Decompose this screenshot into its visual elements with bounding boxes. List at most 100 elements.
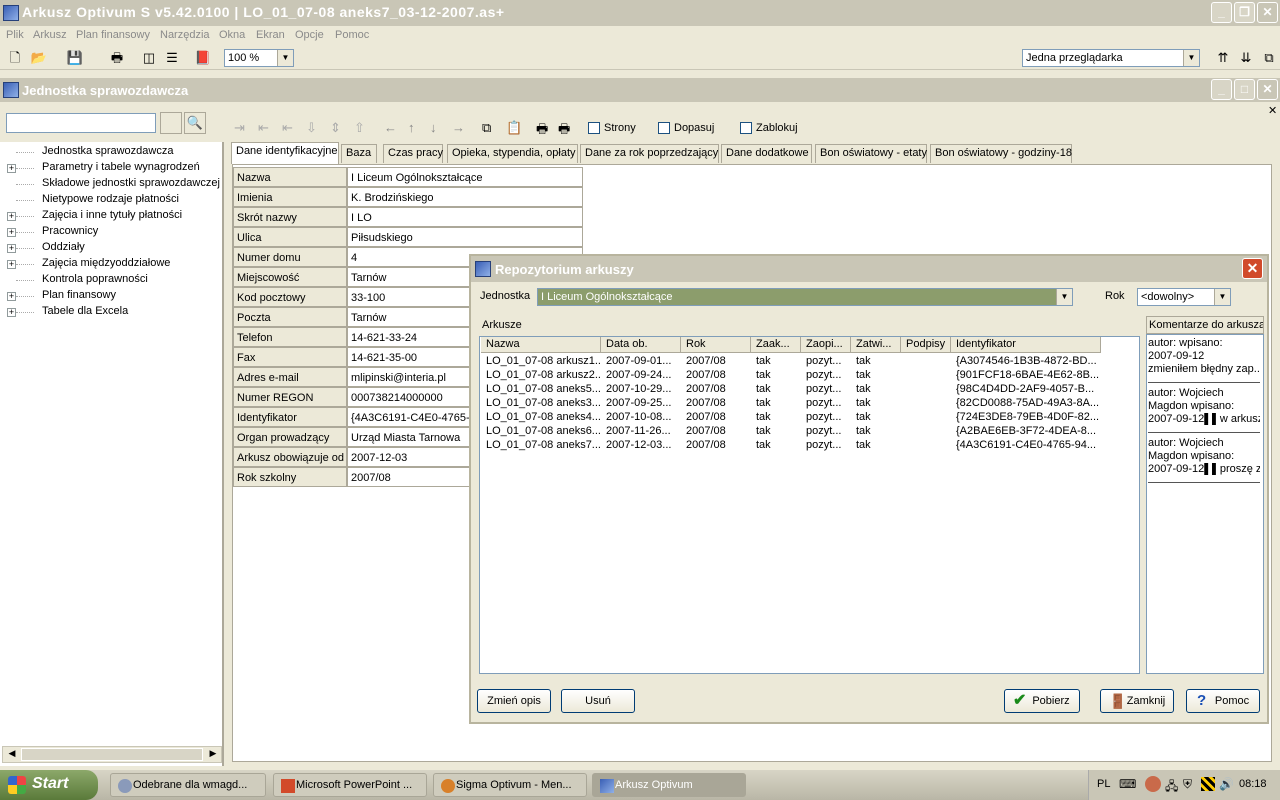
tab-dane-rok-poprzedzajacy[interactable]: Dane za rok poprzedzający — [580, 144, 719, 163]
tree-expand-icon[interactable]: + — [7, 212, 16, 221]
search-icon[interactable]: 🔍 — [184, 112, 206, 134]
move-down-icon[interactable]: ⇩ — [306, 120, 317, 136]
close-button[interactable]: ✕ — [1257, 2, 1278, 23]
form-field-value[interactable]: K. Brodzińskiego — [347, 187, 583, 207]
arrow-up-icon[interactable]: ⇈ — [1214, 50, 1232, 66]
form-field-value[interactable]: Piłsudskiego — [347, 227, 583, 247]
tree-item[interactable]: Składowe jednostki sprawozdawczej — [42, 177, 220, 189]
scroll-thumb[interactable] — [21, 748, 203, 761]
tree-item[interactable]: Kontrola poprawności — [42, 273, 148, 285]
tab-bon-etaty[interactable]: Bon oświatowy - etaty — [815, 144, 927, 163]
column-header[interactable]: Rok — [681, 337, 751, 353]
menu-plik[interactable]: Plik — [6, 29, 24, 41]
column-header[interactable]: Nazwa — [481, 337, 601, 353]
change-description-button[interactable]: Zmień opis — [477, 689, 551, 713]
tree-expand-icon[interactable]: + — [7, 164, 16, 173]
form-field-value[interactable]: I LO — [347, 207, 583, 227]
warning-icon[interactable] — [1201, 777, 1215, 791]
tree-item[interactable]: Zajęcia międzyoddziałowe — [42, 257, 170, 269]
print-icon[interactable]: 🖶 — [108, 50, 126, 66]
tree-horizontal-scrollbar[interactable]: ◀ ▶ — [2, 746, 222, 763]
tree-expand-icon[interactable]: + — [7, 228, 16, 237]
tree-expand-icon[interactable]: + — [7, 292, 16, 301]
zablokuj-checkbox[interactable] — [740, 122, 752, 134]
scroll-right-icon[interactable]: ▶ — [206, 748, 220, 761]
menu-pomoc[interactable]: Pomoc — [335, 29, 369, 41]
child-minimize-button[interactable]: _ — [1211, 79, 1232, 100]
tree-expand-icon[interactable]: + — [7, 244, 16, 253]
copy-icon[interactable]: ⧉ — [1260, 50, 1278, 66]
new-file-icon[interactable]: 🗋 — [6, 50, 24, 66]
column-header[interactable]: Zaak... — [751, 337, 801, 353]
task-arkusz[interactable]: Arkusz Optivum — [592, 773, 746, 797]
arrow-up-icon[interactable]: ↑ — [408, 120, 415, 135]
tree-item[interactable]: Pracownicy — [42, 225, 98, 237]
arrow-right-icon[interactable]: → — [452, 120, 465, 135]
split-horizontal-icon[interactable]: ☰ — [163, 50, 181, 66]
scroll-left-icon[interactable]: ◀ — [5, 748, 19, 761]
keyboard-icon[interactable]: ⌨ — [1119, 777, 1136, 791]
tab-bon-godziny[interactable]: Bon oświatowy - godziny-18 — [930, 144, 1072, 163]
menu-arkusz[interactable]: Arkusz — [33, 29, 67, 41]
column-header[interactable]: Podpisy — [901, 337, 951, 353]
menu-narzedzia[interactable]: Narzędzia — [160, 29, 210, 41]
arrow-left-icon[interactable]: ← — [384, 120, 397, 135]
tree-expand-icon[interactable]: + — [7, 260, 16, 269]
tab-dane-identyfikacyjne[interactable]: Dane identyfikacyjne — [231, 142, 339, 164]
print-preview-icon[interactable]: 🖶 — [536, 120, 548, 142]
menu-plan-finansowy[interactable]: Plan finansowy — [76, 29, 150, 41]
network-icon[interactable]: 🖧 — [1165, 777, 1178, 798]
arrow-down-icon[interactable]: ↓ — [430, 120, 437, 135]
indent-in-icon[interactable]: ⇤ — [258, 120, 269, 136]
tree-item[interactable]: Plan finansowy — [42, 289, 116, 301]
column-header[interactable]: Zaopi... — [801, 337, 851, 353]
column-header[interactable]: Zatwi... — [851, 337, 901, 353]
tree-item[interactable]: Zajęcia i inne tytuły płatności — [42, 209, 182, 221]
maximize-button[interactable]: ❐ — [1234, 2, 1255, 23]
tree-search-input[interactable] — [6, 113, 156, 133]
strony-checkbox[interactable] — [588, 122, 600, 134]
child-maximize-button[interactable]: □ — [1234, 79, 1255, 100]
dopasuj-checkbox[interactable] — [658, 122, 670, 134]
close-pane-icon[interactable]: ✕ — [1268, 104, 1277, 117]
save-icon[interactable]: 💾 — [66, 50, 84, 66]
rok-select[interactable]: <dowolny> ▼ — [1137, 288, 1231, 306]
outdent-icon[interactable]: ⇤ — [282, 120, 293, 136]
tree-item[interactable]: Oddziały — [42, 241, 85, 253]
minimize-button[interactable]: _ — [1211, 2, 1232, 23]
task-sigma[interactable]: Sigma Optivum - Men... — [433, 773, 587, 797]
tree-item[interactable]: Parametry i tabele wynagrodzeń — [42, 161, 200, 173]
copy-icon[interactable]: ⧉ — [482, 120, 491, 136]
close-dialog-button[interactable]: 🚪 Zamknij — [1100, 689, 1174, 713]
task-odebrane[interactable]: Odebrane dla wmagd... — [110, 773, 266, 797]
tree-item[interactable]: Tabele dla Excela — [42, 305, 128, 317]
child-close-button[interactable]: ✕ — [1257, 79, 1278, 100]
language-indicator[interactable]: PL — [1097, 778, 1110, 790]
tree-item[interactable]: Jednostka sprawozdawcza — [42, 145, 173, 157]
tray-expand-icon[interactable] — [1145, 776, 1161, 792]
tree-item[interactable]: Nietypowe rodzaje płatności — [42, 193, 179, 205]
print-icon[interactable]: 🖶 — [558, 120, 570, 142]
tree-expand-icon[interactable]: + — [7, 308, 16, 317]
security-icon[interactable]: ⛨ — [1183, 777, 1192, 792]
menu-okna[interactable]: Okna — [219, 29, 245, 41]
volume-icon[interactable]: 🔊 — [1219, 777, 1234, 791]
arrow-down-icon[interactable]: ⇊ — [1237, 50, 1255, 66]
column-header[interactable]: Data ob. — [601, 337, 681, 353]
form-field-value[interactable]: I Liceum Ogólnokształcące — [347, 167, 583, 187]
start-button[interactable]: Start — [0, 770, 98, 800]
dialog-close-button[interactable]: ✕ — [1242, 258, 1263, 279]
delete-button[interactable]: Usuń — [561, 689, 635, 713]
indent-icon[interactable]: ⇥ — [234, 120, 245, 136]
comments-list[interactable] — [1146, 334, 1264, 674]
viewer-select[interactable]: Jedna przeglądarka ▼ — [1022, 49, 1200, 67]
paste-icon[interactable]: 📋 — [506, 120, 522, 136]
book-icon[interactable]: 📕 — [194, 50, 212, 66]
move-up-icon[interactable]: ⇧ — [354, 120, 365, 136]
clear-search-button[interactable] — [160, 112, 182, 134]
menu-ekran[interactable]: Ekran — [256, 29, 285, 41]
sort-icon[interactable]: ⇕ — [330, 120, 341, 136]
jednostka-select[interactable]: I Liceum Ogólnokształcące ▼ — [537, 288, 1073, 306]
fetch-button[interactable]: ✔ Pobierz — [1004, 689, 1080, 713]
open-folder-icon[interactable]: 📂 — [30, 50, 48, 66]
